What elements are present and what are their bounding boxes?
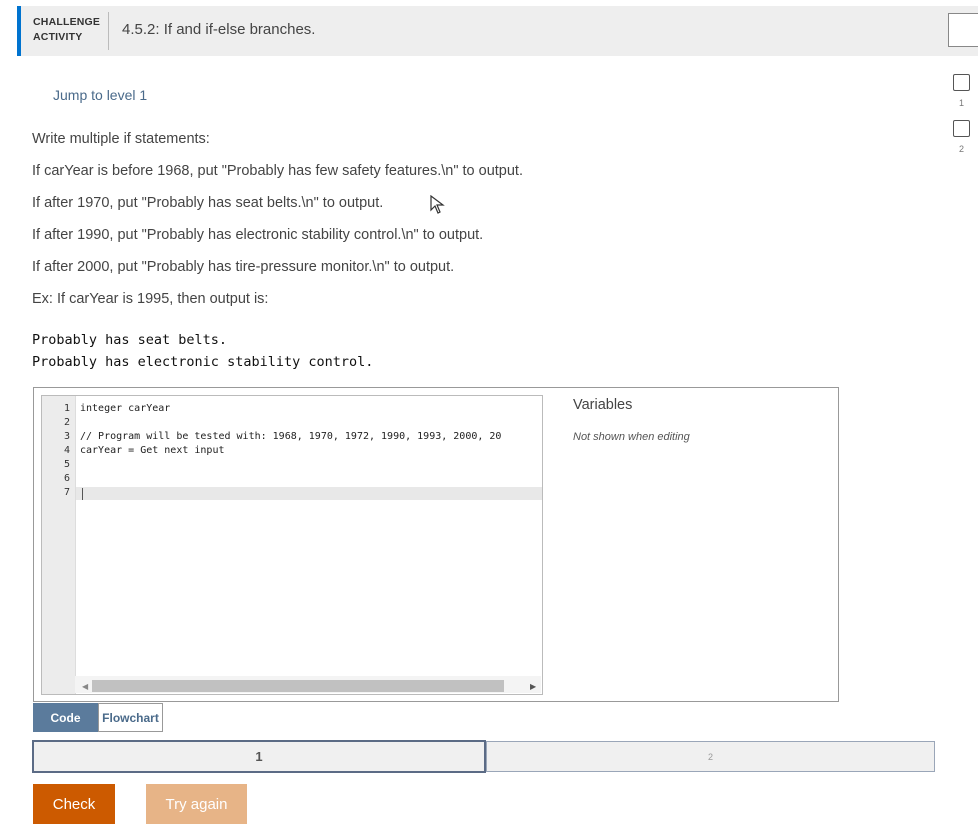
try-again-button[interactable]: Try again: [146, 784, 247, 824]
scroll-left-icon[interactable]: ◀: [82, 682, 88, 691]
challenge-activity-label: CHALLENGE ACTIVITY: [33, 16, 101, 43]
instruction-line: Write multiple if statements:: [32, 131, 210, 147]
progress-step-1[interactable]: 1: [32, 740, 486, 773]
active-line-highlight: [76, 487, 542, 500]
jump-to-level-link[interactable]: Jump to level 1: [53, 87, 147, 103]
header-divider: [108, 12, 109, 50]
line-number: 7: [63, 487, 70, 498]
instruction-line: If after 1970, put "Probably has seat be…: [32, 195, 384, 211]
code-line[interactable]: carYear = Get next input: [80, 445, 225, 456]
level-1-number: 1: [958, 98, 964, 108]
line-number: 2: [63, 417, 70, 428]
text-caret: [82, 488, 83, 500]
line-number: 3: [63, 431, 70, 442]
progress-step-2[interactable]: 2: [486, 741, 935, 772]
scroll-right-icon[interactable]: ▶: [530, 682, 536, 691]
instruction-line: Ex: If carYear is 1995, then output is:: [32, 291, 269, 307]
sample-output: Probably has seat belts. Probably has el…: [32, 332, 374, 370]
completion-tab-icon[interactable]: [948, 13, 978, 47]
level-1-icon[interactable]: [953, 74, 970, 91]
line-number: 1: [63, 403, 70, 414]
level-2-number: 2: [958, 144, 964, 154]
tab-code[interactable]: Code: [33, 703, 98, 732]
level-2-icon[interactable]: [953, 120, 970, 137]
scrollbar-thumb[interactable]: [92, 680, 504, 692]
code-line[interactable]: integer carYear: [80, 403, 170, 414]
activity-header: CHALLENGE ACTIVITY 4.5.2: If and if-else…: [17, 6, 978, 56]
instruction-line: If carYear is before 1968, put "Probably…: [32, 163, 523, 179]
variables-note: Not shown when editing: [573, 431, 690, 443]
instruction-line: If after 1990, put "Probably has electro…: [32, 227, 484, 243]
line-number: 4: [63, 445, 70, 456]
line-number: 6: [63, 473, 70, 484]
check-button[interactable]: Check: [33, 784, 115, 824]
mouse-pointer-icon: [430, 195, 445, 214]
coding-panel: 1 2 3 4 5 6 7 integer carYear // Program…: [33, 387, 839, 702]
code-line[interactable]: // Program will be tested with: 1968, 19…: [80, 431, 501, 442]
line-number: 5: [63, 459, 70, 470]
tab-flowchart[interactable]: Flowchart: [98, 703, 163, 732]
activity-title: 4.5.2: If and if-else branches.: [122, 21, 316, 38]
variables-title: Variables: [573, 397, 633, 413]
code-editor[interactable]: 1 2 3 4 5 6 7 integer carYear // Program…: [41, 395, 543, 695]
instruction-line: If after 2000, put "Probably has tire-pr…: [32, 259, 455, 275]
